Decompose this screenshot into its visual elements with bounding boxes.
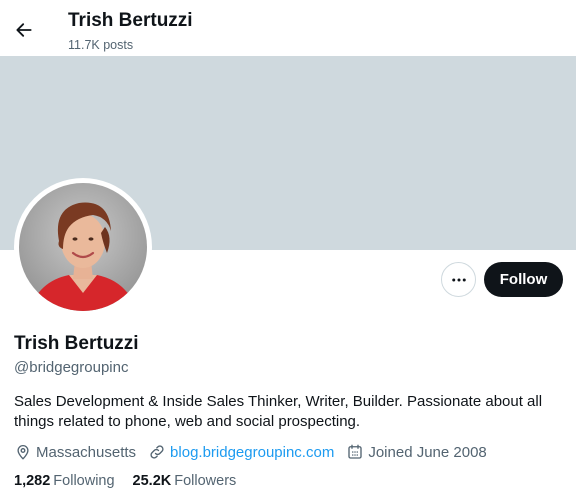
more-options-button[interactable] xyxy=(441,262,476,297)
profile-handle: @bridgegroupinc xyxy=(14,359,129,376)
arrow-left-icon xyxy=(16,23,32,37)
back-button[interactable] xyxy=(8,12,40,48)
followers-label: Followers xyxy=(174,473,237,489)
more-horizontal-icon xyxy=(451,278,466,281)
link-icon xyxy=(150,445,164,459)
profile-bio: Sales Development & Inside Sales Thinker… xyxy=(14,393,543,430)
following-stat[interactable]: 1,282 Following xyxy=(14,473,115,489)
profile-name: Trish Bertuzzi xyxy=(14,333,139,354)
avatar-photo xyxy=(19,183,147,311)
followers-count: 25.2K xyxy=(132,473,172,489)
follow-button[interactable]: Follow xyxy=(484,262,563,297)
profile-meta: Massachusetts blog.bridgegroupinc.com Jo… xyxy=(14,442,499,462)
website-item[interactable]: blog.bridgegroupinc.com xyxy=(148,443,334,461)
location-item: Massachusetts xyxy=(14,443,136,461)
followers-stat[interactable]: 25.2K Followers xyxy=(133,473,237,489)
following-count: 1,282 xyxy=(14,473,51,489)
following-label: Following xyxy=(53,473,115,489)
calendar-icon xyxy=(348,444,363,459)
joined-text: Joined June 2008 xyxy=(368,443,487,461)
header-title: Trish Bertuzzi xyxy=(68,10,193,31)
profile-header: Trish Bertuzzi 11.7K posts xyxy=(0,0,576,56)
location-text: Massachusetts xyxy=(36,443,137,461)
posts-count: 11.7K posts xyxy=(68,38,134,52)
location-pin-icon xyxy=(17,445,29,460)
avatar[interactable] xyxy=(14,178,152,316)
profile-stats: 1,282 Following 25.2K Followers xyxy=(14,473,254,489)
joined-item: Joined June 2008 xyxy=(346,443,487,461)
website-link[interactable]: blog.bridgegroupinc.com xyxy=(170,444,334,461)
